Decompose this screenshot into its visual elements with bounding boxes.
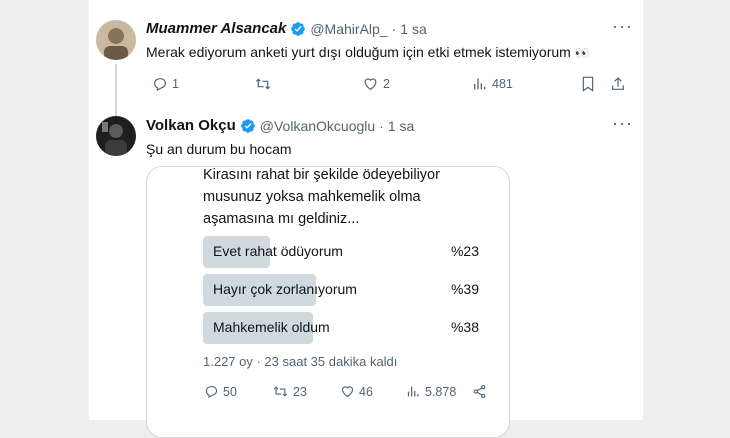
more-icon[interactable]: ··· bbox=[612, 113, 633, 134]
retweet-icon bbox=[255, 78, 271, 90]
retweet-count: 23 bbox=[293, 384, 307, 399]
reply-count: 50 bbox=[223, 384, 237, 399]
tweet-text: Merak ediyorum anketi yurt dışı olduğum … bbox=[146, 44, 571, 60]
avatar[interactable] bbox=[96, 20, 136, 60]
like-button[interactable]: 2 bbox=[362, 76, 390, 92]
retweet-icon bbox=[273, 386, 288, 397]
share-button[interactable] bbox=[610, 76, 626, 92]
separator: · bbox=[391, 20, 397, 37]
share-icon bbox=[612, 77, 624, 90]
view-count: 5.878 bbox=[425, 384, 457, 399]
view-count: 481 bbox=[492, 77, 513, 91]
eyes-emoji: 👀 bbox=[574, 46, 590, 60]
views-button[interactable]: 5.878 bbox=[406, 384, 456, 399]
tweet-text: Şu an durum bu hocam bbox=[146, 141, 292, 157]
more-icon[interactable]: ··· bbox=[612, 16, 633, 37]
author-name[interactable]: Volkan Okçu bbox=[146, 117, 236, 134]
like-icon bbox=[364, 78, 377, 91]
views-button[interactable]: 481 bbox=[472, 76, 513, 92]
author-handle[interactable]: @MahirAlp_ bbox=[310, 21, 387, 37]
bookmark-icon bbox=[582, 76, 594, 92]
poll-option-percent: %38 bbox=[450, 319, 479, 335]
share-button[interactable] bbox=[472, 384, 487, 399]
poll-option[interactable]: Mahkemelik oldum %38 bbox=[203, 312, 493, 344]
verified-badge-icon bbox=[291, 21, 306, 36]
poll-option[interactable]: Hayır çok zorlanıyorum %39 bbox=[203, 274, 493, 306]
like-count: 2 bbox=[383, 77, 390, 91]
retweet-button[interactable] bbox=[254, 76, 276, 92]
timestamp[interactable]: 1 sa bbox=[388, 118, 414, 134]
poll-option-percent: %23 bbox=[450, 243, 479, 259]
share-icon bbox=[473, 385, 486, 398]
poll-option-label: Mahkemelik oldum bbox=[213, 319, 330, 335]
author-handle[interactable]: @VolkanOkcuoglu bbox=[260, 118, 375, 134]
thread-line bbox=[115, 64, 117, 116]
poll-option-label: Evet rahat ödüyorum bbox=[213, 243, 343, 259]
reply-count: 1 bbox=[172, 77, 179, 91]
reply-icon bbox=[205, 385, 218, 399]
views-icon bbox=[407, 386, 419, 397]
like-count: 46 bbox=[359, 384, 373, 399]
bookmark-button[interactable] bbox=[581, 76, 595, 92]
author-name[interactable]: Muammer Alsancak bbox=[146, 20, 286, 37]
reply-button[interactable]: 1 bbox=[152, 76, 179, 92]
poll-option[interactable]: Evet rahat ödüyorum %23 bbox=[203, 236, 493, 268]
poll-option-label: Hayır çok zorlanıyorum bbox=[213, 281, 357, 297]
poll-question-line-2: musunuz yoksa mahkemelik olma bbox=[203, 189, 421, 205]
separator: · bbox=[379, 117, 384, 134]
poll-question-line-1: Kirasını rahat bir şekilde ödeyebiliyor bbox=[203, 167, 440, 183]
poll-option-percent: %39 bbox=[450, 281, 479, 297]
reply-icon bbox=[154, 78, 166, 91]
like-button[interactable]: 46 bbox=[340, 384, 373, 399]
verified-badge-icon bbox=[240, 118, 255, 133]
views-icon bbox=[474, 78, 486, 90]
poll-question-line-3: aşamasına mı geldiniz... bbox=[203, 211, 360, 227]
poll-meta: 1.227 oy · 23 saat 35 dakika kaldı bbox=[203, 354, 398, 369]
like-icon bbox=[341, 386, 354, 398]
avatar[interactable] bbox=[96, 116, 136, 156]
reply-button[interactable]: 50 bbox=[204, 384, 237, 399]
timestamp[interactable]: 1 sa bbox=[400, 21, 426, 37]
retweet-button[interactable]: 23 bbox=[272, 384, 307, 399]
